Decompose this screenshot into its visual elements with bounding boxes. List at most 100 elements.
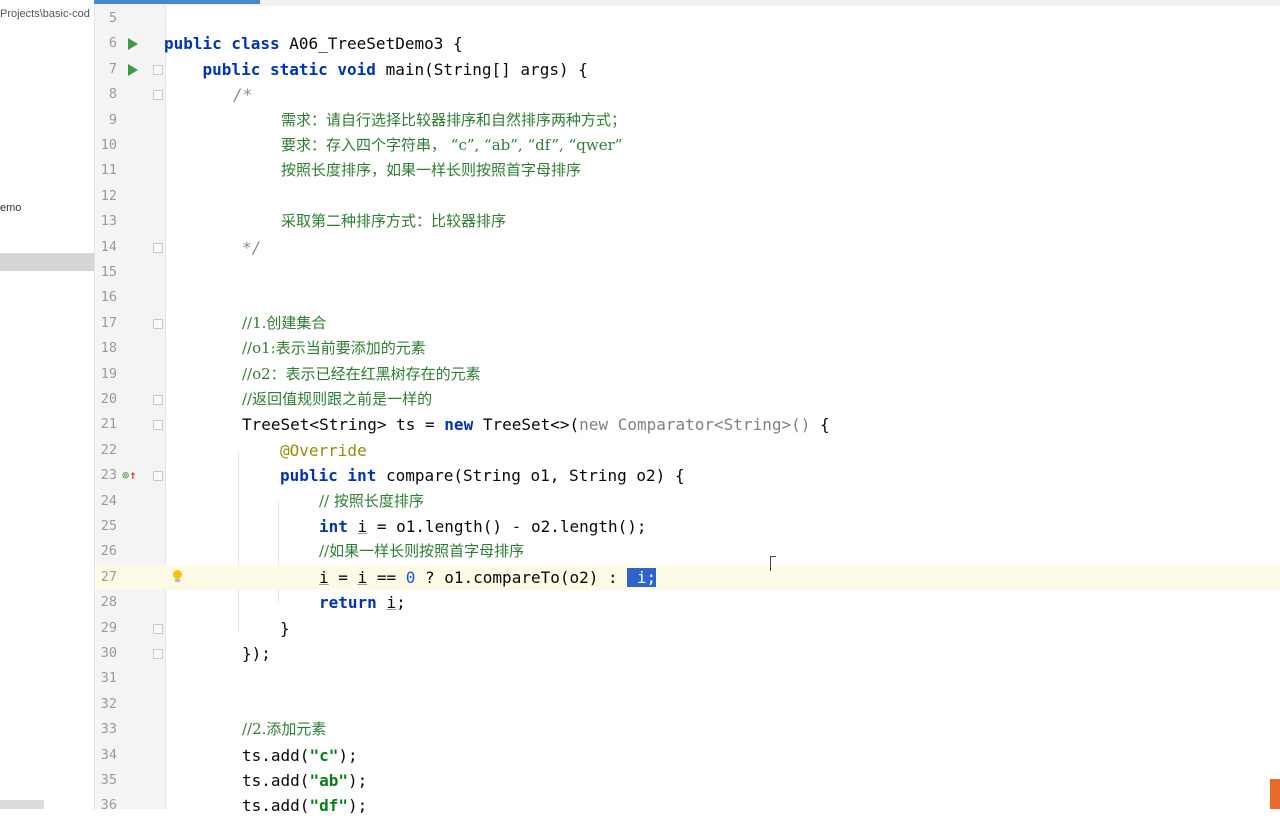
code-line-33: 33 //2.添加元素: [95, 717, 1280, 742]
code-line-32: 32: [95, 692, 1280, 717]
code-line-29: 29 }: [95, 616, 1280, 641]
project-panel: Projects\basic-cod emo: [0, 0, 95, 809]
code-line-6: 6 public class A06_TreeSetDemo3 {: [95, 31, 1280, 56]
code-line-5: 5: [95, 6, 1280, 31]
project-file-item[interactable]: emo: [0, 202, 21, 214]
code-line-8: 8 /*: [95, 82, 1280, 107]
code-line-18: 18 //o1:表示当前要添加的元素: [95, 336, 1280, 361]
line-number: 24: [100, 492, 117, 509]
project-path-label[interactable]: Projects\basic-cod: [0, 8, 90, 20]
code-text: 要求：存入四个字符串， “c”, “ab”, “df”, “qwer”: [281, 136, 623, 154]
code-line-16: 16: [95, 285, 1280, 310]
code-text: ts.add("ab");: [242, 771, 368, 790]
selected-text[interactable]: i;: [627, 567, 657, 587]
code-line-24: 24 // 按照长度排序: [95, 489, 1280, 514]
fold-marker-icon[interactable]: [153, 90, 163, 101]
code-line-23: 23 ⊚↑ public int compare(String o1, Stri…: [95, 463, 1280, 488]
fold-marker-icon[interactable]: [153, 395, 163, 405]
code-text: }: [280, 618, 290, 638]
code-text: //2.添加元素: [242, 720, 327, 739]
line-number: 31: [100, 670, 117, 687]
code-line-13: 13 采取第二种排序方式：比较器排序: [95, 209, 1280, 234]
code-text: i = i == 0 ? o1.compareTo(o2) : i;: [319, 567, 657, 587]
code-text: return i;: [319, 593, 406, 613]
line-number: 16: [100, 289, 117, 306]
line-number: 28: [100, 594, 117, 611]
code-text: 采取第二种排序方式：比较器排序: [281, 212, 507, 231]
code-text: 需求：请自行选择比较器排序和自然排序两种方式；: [281, 110, 627, 129]
code-line-15: 15: [95, 260, 1280, 285]
mouse-cursor-icon: [770, 556, 776, 571]
code-line-26: 26 //如果一样长则按照首字母排序: [95, 539, 1280, 564]
fold-marker-icon[interactable]: [153, 420, 163, 431]
override-method-icon[interactable]: ⊚↑: [122, 466, 136, 484]
code-line-25: 25 int i = o1.length() - o2.length();: [95, 514, 1280, 539]
line-number: 23: [100, 467, 117, 484]
line-number: 13: [100, 213, 117, 230]
code-line-17: 17 //1.创建集合: [95, 311, 1280, 336]
line-number: 7: [108, 60, 117, 77]
code-line-9: 9 需求：请自行选择比较器排序和自然排序两种方式；: [95, 108, 1280, 133]
code-editor[interactable]: 5 6 public class A06_TreeSetDemo3 { 7 pu…: [95, 6, 1280, 815]
code-text: //1.创建集合: [242, 313, 327, 332]
line-number: 14: [100, 238, 117, 255]
code-text: //返回值规则跟之前是一样的: [242, 390, 433, 408]
fold-marker-icon[interactable]: [153, 623, 163, 634]
code-text: });: [242, 644, 271, 663]
active-tab-indicator[interactable]: [94, 0, 260, 4]
code-line-31: 31: [95, 666, 1280, 691]
code-text: 按照长度排序，如果一样长则按照首字母排序: [281, 161, 582, 180]
line-number: 20: [100, 391, 117, 407]
code-text: @Override: [280, 440, 367, 460]
line-number: 18: [100, 340, 117, 357]
line-number: 34: [100, 746, 117, 763]
fold-marker-icon[interactable]: [153, 242, 163, 253]
line-number: 5: [108, 10, 117, 26]
code-text: //o1:表示当前要添加的元素: [242, 339, 426, 358]
code-line-21: 21 TreeSet<String> ts = new TreeSet<>(ne…: [95, 412, 1280, 437]
code-text: int i = o1.length() - o2.length();: [319, 517, 647, 536]
lightbulb-icon[interactable]: [173, 569, 182, 582]
line-number: 35: [100, 772, 117, 788]
line-number: 15: [100, 264, 117, 280]
code-line-36: 36 ts.add("df");: [95, 793, 1280, 818]
code-line-7: 7 public static void main(String[] args)…: [95, 57, 1280, 82]
line-number: 11: [100, 162, 117, 179]
fold-marker-icon[interactable]: [153, 64, 163, 75]
code-text: public int compare(String o1, String o2)…: [280, 466, 685, 486]
fold-marker-icon[interactable]: [153, 471, 163, 482]
code-text: ts.add("c");: [242, 745, 358, 765]
line-number: 8: [108, 86, 117, 103]
project-selected-row[interactable]: [0, 253, 94, 271]
fold-marker-icon[interactable]: [153, 318, 163, 329]
line-number: 21: [100, 416, 117, 433]
corner-badge: [1270, 779, 1280, 809]
code-line-12: 12: [95, 184, 1280, 209]
code-line-35: 35 ts.add("ab");: [95, 768, 1280, 793]
code-text: TreeSet<String> ts = new TreeSet<>(new C…: [242, 415, 830, 435]
code-text: /*: [233, 85, 253, 105]
code-line-30: 30 });: [95, 641, 1280, 666]
fold-marker-icon[interactable]: [153, 649, 163, 659]
code-line-19: 19 //o2：表示已经在红黑树存在的元素: [95, 362, 1280, 387]
code-text: */: [242, 237, 262, 257]
line-number: 6: [108, 35, 117, 52]
line-number: 10: [100, 137, 117, 153]
code-line-20: 20 //返回值规则跟之前是一样的: [95, 387, 1280, 412]
line-number: 12: [100, 187, 117, 204]
code-line-14: 14 */: [95, 235, 1280, 260]
code-line-22: 22 @Override: [95, 438, 1280, 463]
run-gutter-icon[interactable]: [128, 38, 138, 51]
code-line-28: 28 return i;: [95, 590, 1280, 615]
code-text: //o2：表示已经在红黑树存在的元素: [242, 364, 481, 383]
line-number: 9: [108, 111, 117, 128]
line-number: 32: [100, 695, 117, 712]
line-number: 29: [100, 619, 117, 636]
run-gutter-icon[interactable]: [128, 63, 138, 76]
line-number: 33: [100, 721, 117, 738]
line-number: 19: [100, 365, 117, 382]
project-panel-scrollbar[interactable]: [0, 800, 44, 809]
code-line-11: 11 按照长度排序，如果一样长则按照首字母排序: [95, 158, 1280, 183]
code-text: //如果一样长则按照首字母排序: [319, 542, 525, 561]
line-number: 17: [100, 314, 117, 331]
